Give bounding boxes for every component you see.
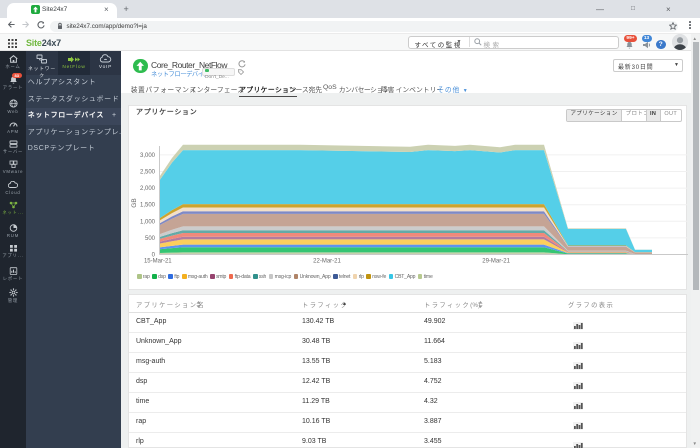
svg-text:15-Mar-21: 15-Mar-21: [144, 259, 172, 265]
svg-text:2,500: 2,500: [140, 170, 156, 176]
svg-text:3,000: 3,000: [140, 153, 156, 159]
svg-text:22-Mar-21: 22-Mar-21: [313, 259, 341, 265]
svg-text:GB: GB: [131, 198, 138, 207]
svg-text:29-Mar-21: 29-Mar-21: [482, 259, 510, 265]
svg-text:500: 500: [145, 236, 156, 242]
svg-text:2,000: 2,000: [140, 186, 156, 192]
svg-text:1,000: 1,000: [140, 219, 156, 225]
svg-text:1,500: 1,500: [140, 203, 156, 209]
